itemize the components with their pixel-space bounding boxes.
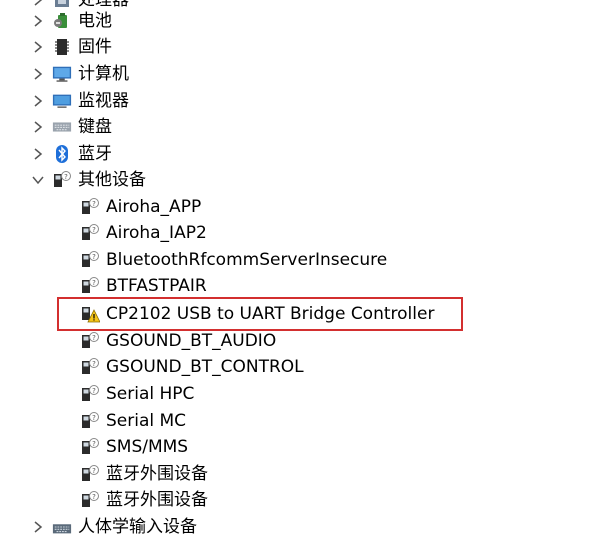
svg-text:?: ? (92, 226, 96, 234)
device-item[interactable]: ? GSOUND_BT_AUDIO (80, 328, 276, 354)
tree-item-label: 其他设备 (78, 170, 146, 190)
chevron-right-icon[interactable] (30, 90, 46, 112)
svg-text:?: ? (92, 493, 96, 501)
unknown-device-icon: ? (80, 464, 100, 484)
unknown-device-icon: ? (80, 384, 100, 404)
svg-text:?: ? (92, 414, 96, 422)
unknown-device-icon: ? (80, 331, 100, 351)
device-label: CP2102 USB to UART Bridge Controller (106, 304, 435, 324)
tree-item-label: 计算机 (78, 64, 129, 84)
svg-text:?: ? (92, 467, 96, 475)
tree-item-monitor[interactable]: 监视器 (30, 88, 129, 114)
device-label: Airoha_APP (106, 197, 202, 217)
device-item[interactable]: ? 蓝牙外围设备 (80, 487, 208, 513)
chevron-right-icon[interactable] (30, 516, 46, 538)
unknown-device-icon: ? (80, 197, 100, 217)
device-item[interactable]: ? BTFASTPAIR (80, 273, 207, 299)
chevron-right-icon[interactable] (30, 143, 46, 165)
tree-item-label: 电池 (78, 11, 112, 31)
hid-keyboard-icon (52, 517, 72, 537)
unknown-device-icon: ? (80, 437, 100, 457)
unknown-device-icon: ? (80, 250, 100, 270)
device-item[interactable]: ? BluetoothRfcommServerInsecure (80, 247, 387, 273)
device-label: GSOUND_BT_AUDIO (106, 331, 277, 351)
monitor-icon (52, 91, 72, 111)
svg-text:?: ? (92, 440, 96, 448)
battery-icon (52, 11, 72, 31)
device-label: GSOUND_BT_CONTROL (106, 357, 304, 377)
device-label: 蓝牙外围设备 (106, 464, 208, 484)
device-item[interactable]: ? 蓝牙外围设备 (80, 461, 208, 487)
chevron-down-icon[interactable] (30, 169, 46, 191)
unknown-device-icon: ? (80, 411, 100, 431)
svg-text:?: ? (92, 200, 96, 208)
tree-item-firmware[interactable]: 固件 (30, 34, 112, 60)
device-item-cp2102[interactable]: CP2102 USB to UART Bridge Controller (80, 301, 434, 327)
chevron-right-icon[interactable] (30, 36, 46, 58)
svg-text:?: ? (92, 387, 96, 395)
keyboard-icon (52, 117, 72, 137)
unknown-device-icon: ? (80, 276, 100, 296)
device-label: Airoha_IAP2 (106, 223, 207, 243)
device-label: Serial HPC (106, 384, 195, 404)
device-manager-tree: 处理器 电池 固件 计算机 监视器 键盘 蓝牙 ? 其他设备 ? Airoha_… (0, 0, 591, 538)
chevron-right-icon[interactable] (30, 63, 46, 85)
tree-item-label: 键盘 (78, 117, 112, 137)
svg-text:?: ? (92, 334, 96, 342)
svg-text:?: ? (64, 173, 68, 181)
device-label: SMS/MMS (106, 437, 189, 457)
unknown-device-icon: ? (80, 223, 100, 243)
tree-item-hid[interactable]: 人体学输入设备 (30, 514, 197, 540)
bluetooth-icon (52, 144, 72, 164)
device-label: BTFASTPAIR (106, 276, 207, 296)
device-label: 蓝牙外围设备 (106, 490, 208, 510)
unknown-device-icon: ? (80, 490, 100, 510)
tree-item-bluetooth[interactable]: 蓝牙 (30, 141, 112, 167)
device-label: BluetoothRfcommServerInsecure (106, 250, 388, 270)
device-item[interactable]: ? Airoha_IAP2 (80, 220, 207, 246)
tree-item-label: 人体学输入设备 (78, 517, 197, 537)
tree-item-label: 蓝牙 (78, 144, 112, 164)
chevron-right-icon[interactable] (30, 116, 46, 138)
warning-device-icon (80, 304, 100, 324)
svg-text:?: ? (92, 253, 96, 261)
device-item[interactable]: ? Serial HPC (80, 381, 194, 407)
tree-item-label: 固件 (78, 37, 112, 57)
tree-item-computer[interactable]: 计算机 (30, 61, 129, 87)
tree-item-label: 监视器 (78, 91, 129, 111)
tree-item-other-devices[interactable]: ? 其他设备 (30, 167, 146, 193)
device-label: Serial MC (106, 411, 187, 431)
device-item[interactable]: ? Airoha_APP (80, 194, 201, 220)
tree-item-battery[interactable]: 电池 (30, 8, 112, 34)
unknown-device-icon: ? (52, 170, 72, 190)
chevron-right-icon[interactable] (30, 10, 46, 32)
svg-text:?: ? (92, 360, 96, 368)
svg-text:?: ? (92, 279, 96, 287)
device-item[interactable]: ? Serial MC (80, 408, 186, 434)
device-item[interactable]: ? GSOUND_BT_CONTROL (80, 354, 304, 380)
computer-icon (52, 64, 72, 84)
device-item[interactable]: ? SMS/MMS (80, 434, 188, 460)
tree-item-keyboard[interactable]: 键盘 (30, 114, 112, 140)
unknown-device-icon: ? (80, 357, 100, 377)
firmware-chip-icon (52, 37, 72, 57)
